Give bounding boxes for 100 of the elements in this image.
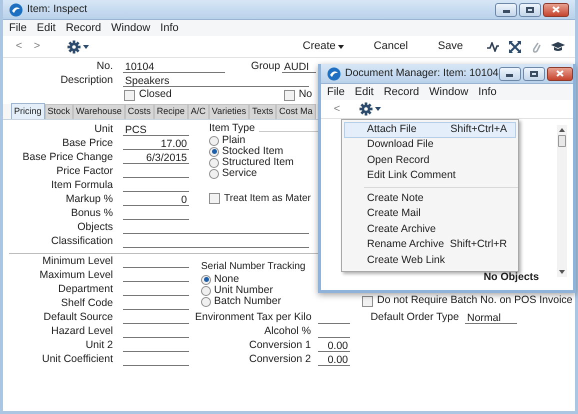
app-logo-icon	[327, 66, 341, 80]
tab[interactable]: Costs	[124, 104, 154, 119]
checkbox[interactable]	[124, 90, 135, 100]
radio-label: Service	[222, 166, 258, 181]
text-field[interactable]: Normal	[465, 312, 517, 324]
field-label: Markup %	[64, 192, 113, 208]
menu-item[interactable]: Info	[160, 20, 179, 36]
field-label: Shelf Code	[60, 296, 113, 312]
status-text: No Objects	[484, 270, 539, 286]
text-field[interactable]: 17.00	[123, 138, 189, 150]
checkbox[interactable]	[209, 193, 220, 204]
minimize-button[interactable]	[495, 2, 517, 16]
settings-icon	[359, 102, 373, 116]
radio-button[interactable]	[201, 274, 211, 284]
caret-icon	[375, 107, 381, 111]
text-field[interactable]: 0.00	[318, 340, 350, 352]
close-button[interactable]	[546, 66, 573, 80]
radio-label: Batch Number	[214, 294, 282, 309]
checkbox-label: Closed	[139, 87, 172, 102]
menu-item[interactable]: Create Web Link	[344, 253, 516, 268]
scroll-thumb[interactable]	[558, 135, 566, 147]
checkbox-label: No	[298, 87, 312, 102]
radio-button[interactable]	[209, 168, 219, 178]
radio-button[interactable]	[209, 146, 219, 156]
radio-label: Stocked Item	[222, 144, 284, 157]
field-label: Unit	[93, 122, 113, 138]
menu-item[interactable]: Rename Archive Shift+Ctrl+R	[344, 238, 516, 253]
field-label: Department	[57, 282, 113, 298]
menu-item[interactable]: File	[327, 84, 345, 100]
tab[interactable]: Recipe	[154, 104, 188, 119]
field-label: Minimum Level	[41, 254, 113, 270]
radio-button[interactable]	[201, 286, 211, 296]
radio-button[interactable]	[201, 296, 211, 306]
radio-button[interactable]	[209, 136, 219, 146]
menu-item[interactable]: Create Mail	[344, 206, 516, 222]
field-label: Base Price Change	[22, 150, 113, 166]
text-field[interactable]: PCS	[123, 124, 189, 136]
menu-item[interactable]: Record	[384, 84, 420, 100]
close-button[interactable]	[543, 2, 569, 16]
back-button[interactable]: <	[331, 100, 343, 118]
tab[interactable]: Cost Ma	[276, 104, 316, 119]
radio-label: None	[214, 272, 240, 285]
menu-item[interactable]: Edit	[36, 20, 56, 36]
toolbar-button[interactable]: Cancel	[374, 38, 408, 55]
menu-item[interactable]: Info	[478, 84, 497, 100]
field-label: Unit Coefficient	[40, 352, 113, 368]
window-title: Document Manager: Item: 10104	[345, 66, 499, 81]
menu-item[interactable]: Attach File Shift+Ctrl+A	[344, 122, 516, 138]
text-field[interactable]: 0.00	[318, 354, 350, 366]
shortcut-text: Shift+Ctrl+R	[450, 237, 507, 252]
checkbox[interactable]	[362, 296, 373, 306]
text-field[interactable]: AUDI	[282, 61, 316, 73]
text-field[interactable]: 10104	[123, 61, 225, 73]
menu-item[interactable]: Window	[111, 20, 150, 36]
scrollbar[interactable]	[557, 125, 567, 277]
tab[interactable]: A/C	[188, 104, 209, 119]
maximize-button[interactable]	[522, 66, 545, 80]
radio-label: Plain	[222, 134, 246, 146]
field-label: Alcohol %	[263, 324, 311, 340]
tab[interactable]: Warehouse	[73, 104, 125, 119]
radio-label: Unit Number	[214, 282, 273, 296]
tab[interactable]: Texts	[249, 104, 276, 119]
zigzag-icon	[487, 42, 499, 52]
maximize-button[interactable]	[519, 2, 541, 16]
scroll-up-icon	[559, 128, 565, 132]
create-button[interactable]: Create	[302, 38, 344, 55]
menu-item[interactable]: Record	[66, 20, 102, 36]
tab[interactable]: Pricing	[11, 103, 45, 119]
field-label: Conversion 1	[248, 338, 311, 354]
expand-icon	[509, 40, 521, 52]
text-field[interactable]: 0	[123, 194, 189, 206]
tab[interactable]: Stock	[44, 104, 74, 119]
menu-item[interactable]: File	[9, 20, 27, 36]
field-label: No.	[96, 59, 113, 74]
field-label: Maximum Level	[38, 268, 113, 284]
minimize-button[interactable]	[498, 66, 521, 80]
menu-item[interactable]: Edit	[354, 84, 374, 100]
gear-menu-button[interactable]	[359, 102, 381, 116]
radio-button[interactable]	[209, 158, 219, 168]
text-field[interactable]: Speakers	[123, 75, 309, 87]
field-label: Item Formula	[50, 178, 113, 194]
text-field[interactable]: 6/3/2015	[123, 152, 189, 164]
menu-item[interactable]: Window	[429, 84, 468, 100]
menu-item[interactable]: Create Note	[344, 191, 516, 206]
gear-menu-button[interactable]	[67, 40, 89, 54]
caret-icon	[338, 44, 344, 48]
menu-item[interactable]: Edit Link Comment	[344, 168, 516, 184]
back-button[interactable]: <	[13, 38, 25, 55]
toolbar-button[interactable]: Save	[438, 38, 463, 55]
menu-item[interactable]: Download File	[344, 138, 516, 153]
forward-button[interactable]: >	[31, 38, 43, 55]
checkbox[interactable]	[284, 90, 295, 100]
menu-item[interactable]: Open Record	[344, 153, 516, 168]
menu-item[interactable]: Create Archive	[344, 222, 516, 238]
group-label: Item Type	[209, 121, 255, 135]
close-icon	[556, 70, 564, 77]
window-title: Item: Inspect	[27, 2, 88, 17]
caret-icon	[83, 44, 89, 48]
tab[interactable]: Varieties	[208, 104, 250, 119]
field-label: Environment Tax per Kilo	[195, 310, 311, 326]
